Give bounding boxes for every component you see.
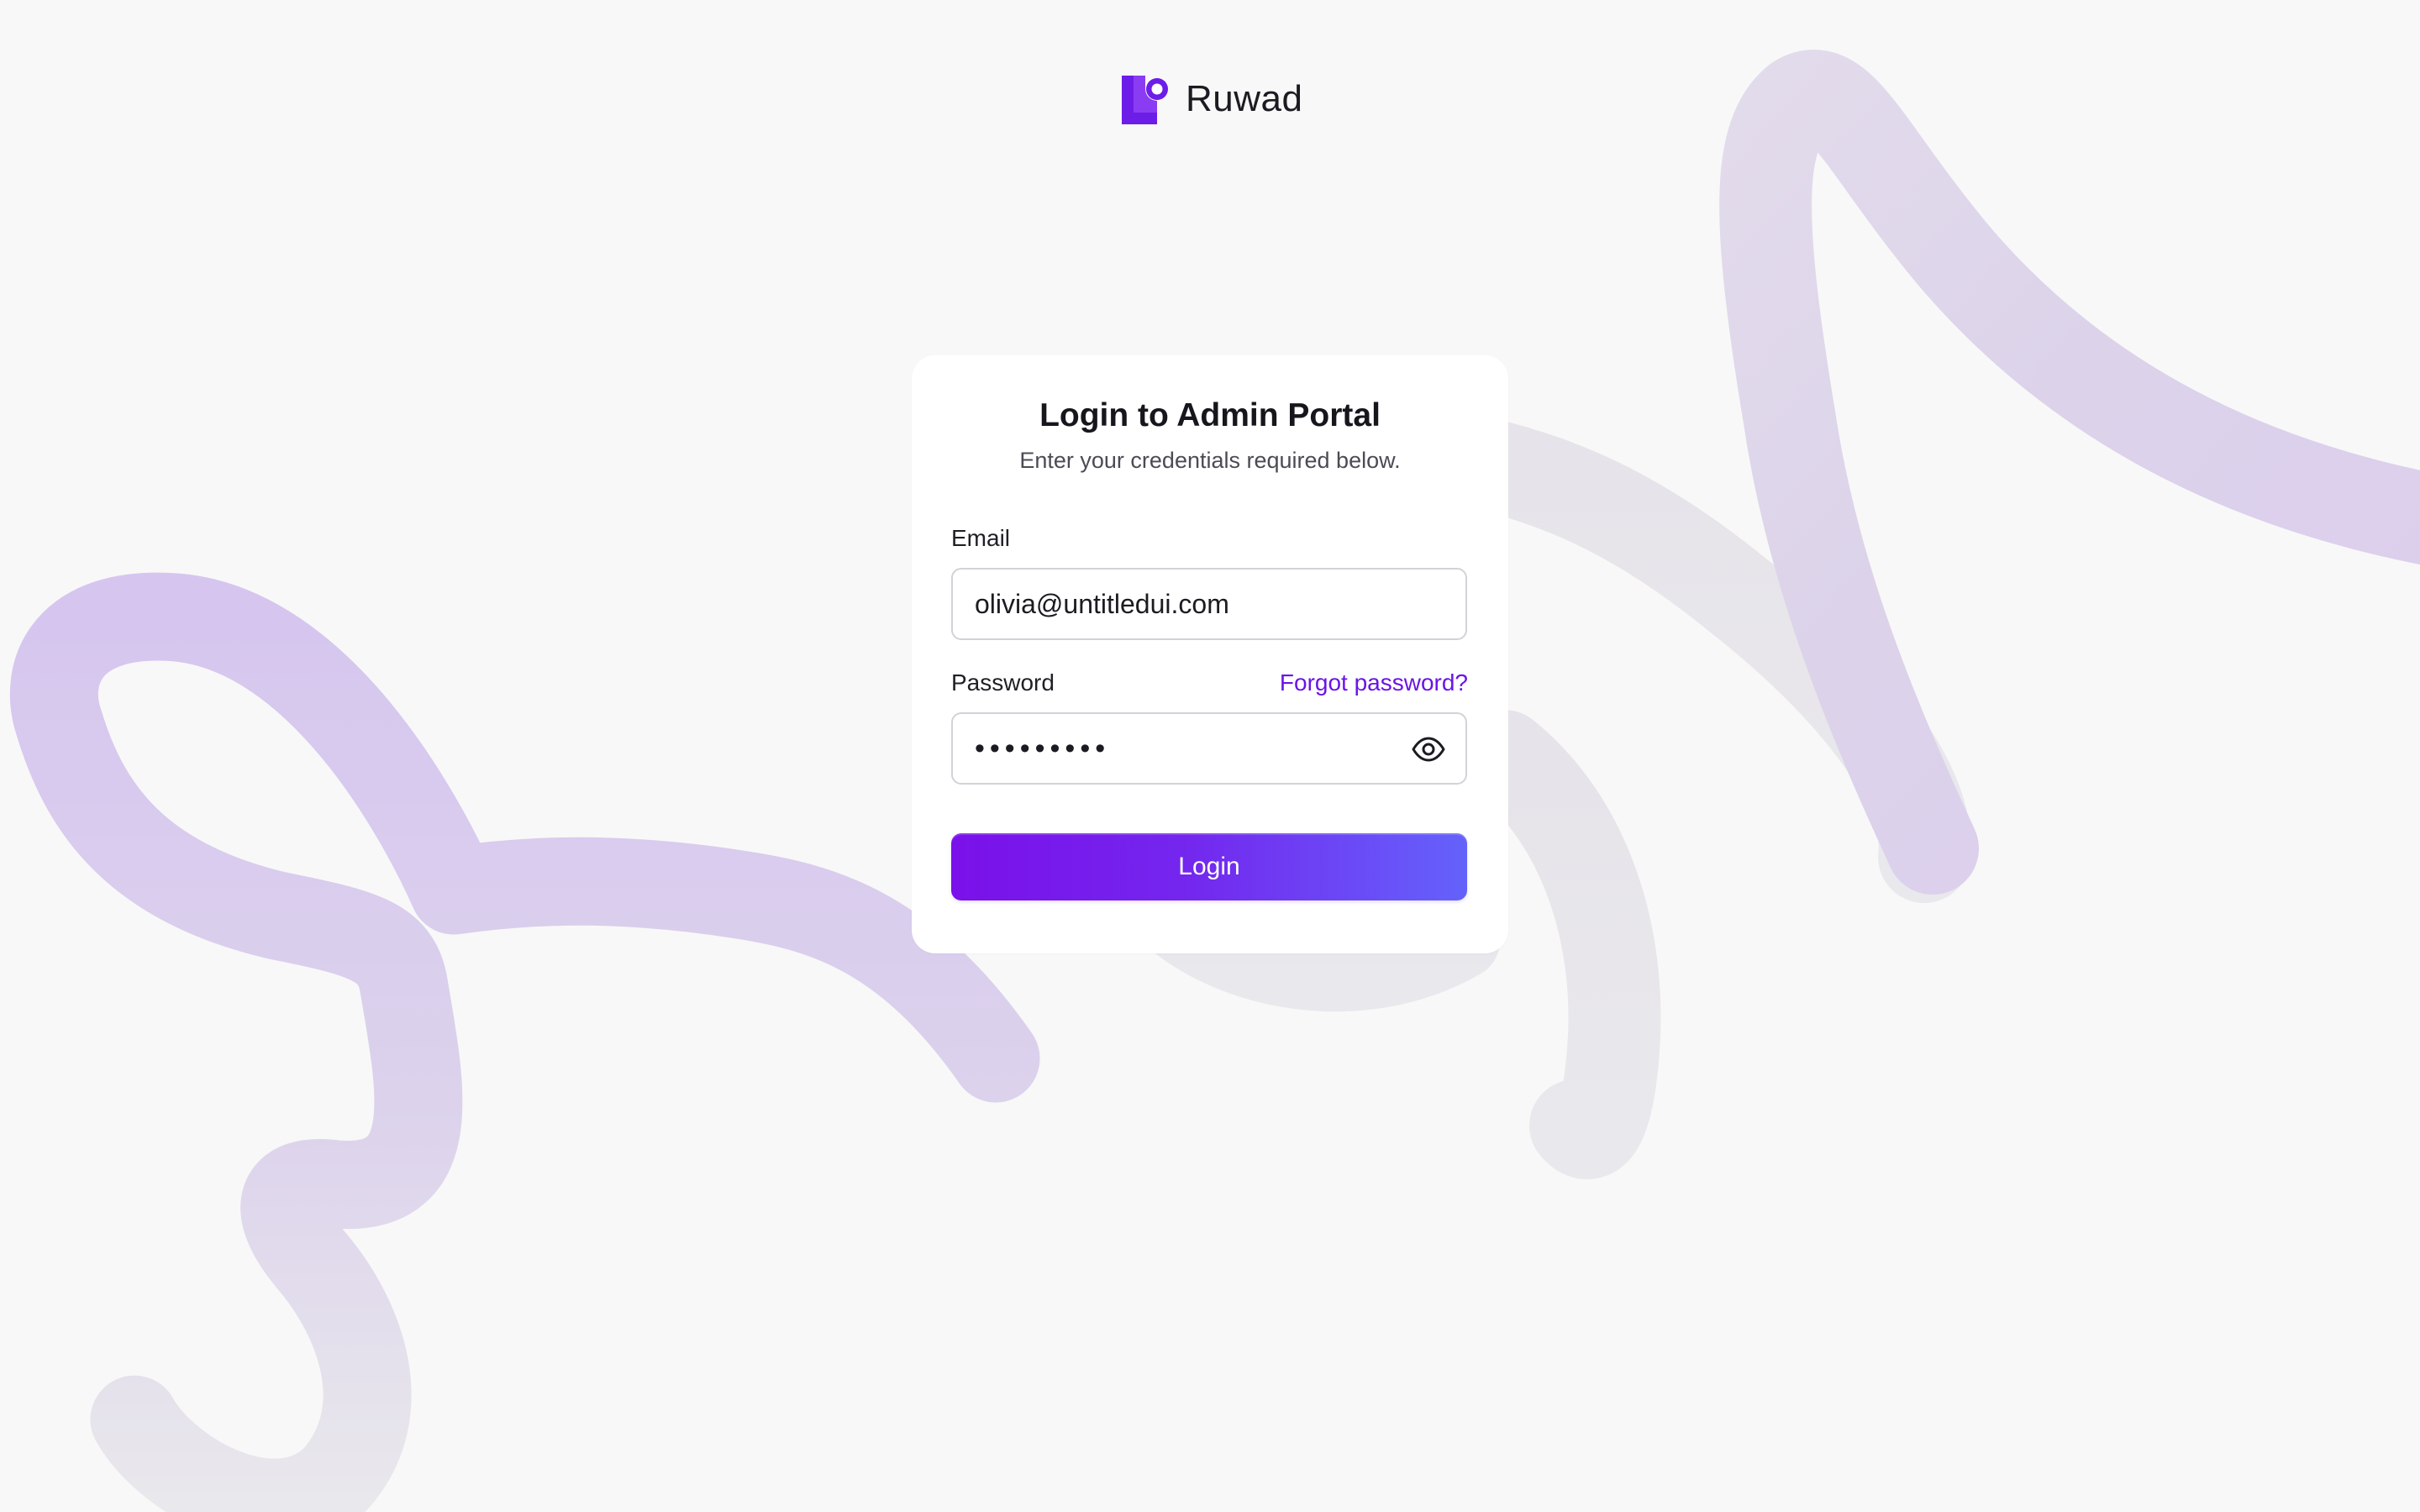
email-field[interactable] — [975, 570, 1444, 638]
brand-name: Ruwad — [1186, 78, 1303, 119]
email-field-wrapper — [951, 568, 1467, 640]
login-card: Login to Admin Portal Enter your credent… — [912, 355, 1508, 953]
email-label: Email — [951, 525, 1011, 551]
page-title: Login to Admin Portal — [1039, 397, 1381, 433]
password-field[interactable] — [975, 714, 1390, 783]
login-page: Ruwad Login to Admin Portal Enter your c… — [0, 0, 2420, 1512]
eye-icon[interactable] — [1410, 731, 1447, 768]
password-field-wrapper — [951, 712, 1467, 785]
page-subtitle: Enter your credentials required below. — [1019, 448, 1401, 473]
brand-header: Ruwad — [1120, 72, 1302, 126]
forgot-password-link[interactable]: Forgot password? — [1280, 669, 1468, 696]
password-label: Password — [951, 669, 1055, 696]
ruwad-logo-icon — [1122, 76, 1168, 124]
login-button[interactable]: Login — [951, 833, 1467, 900]
